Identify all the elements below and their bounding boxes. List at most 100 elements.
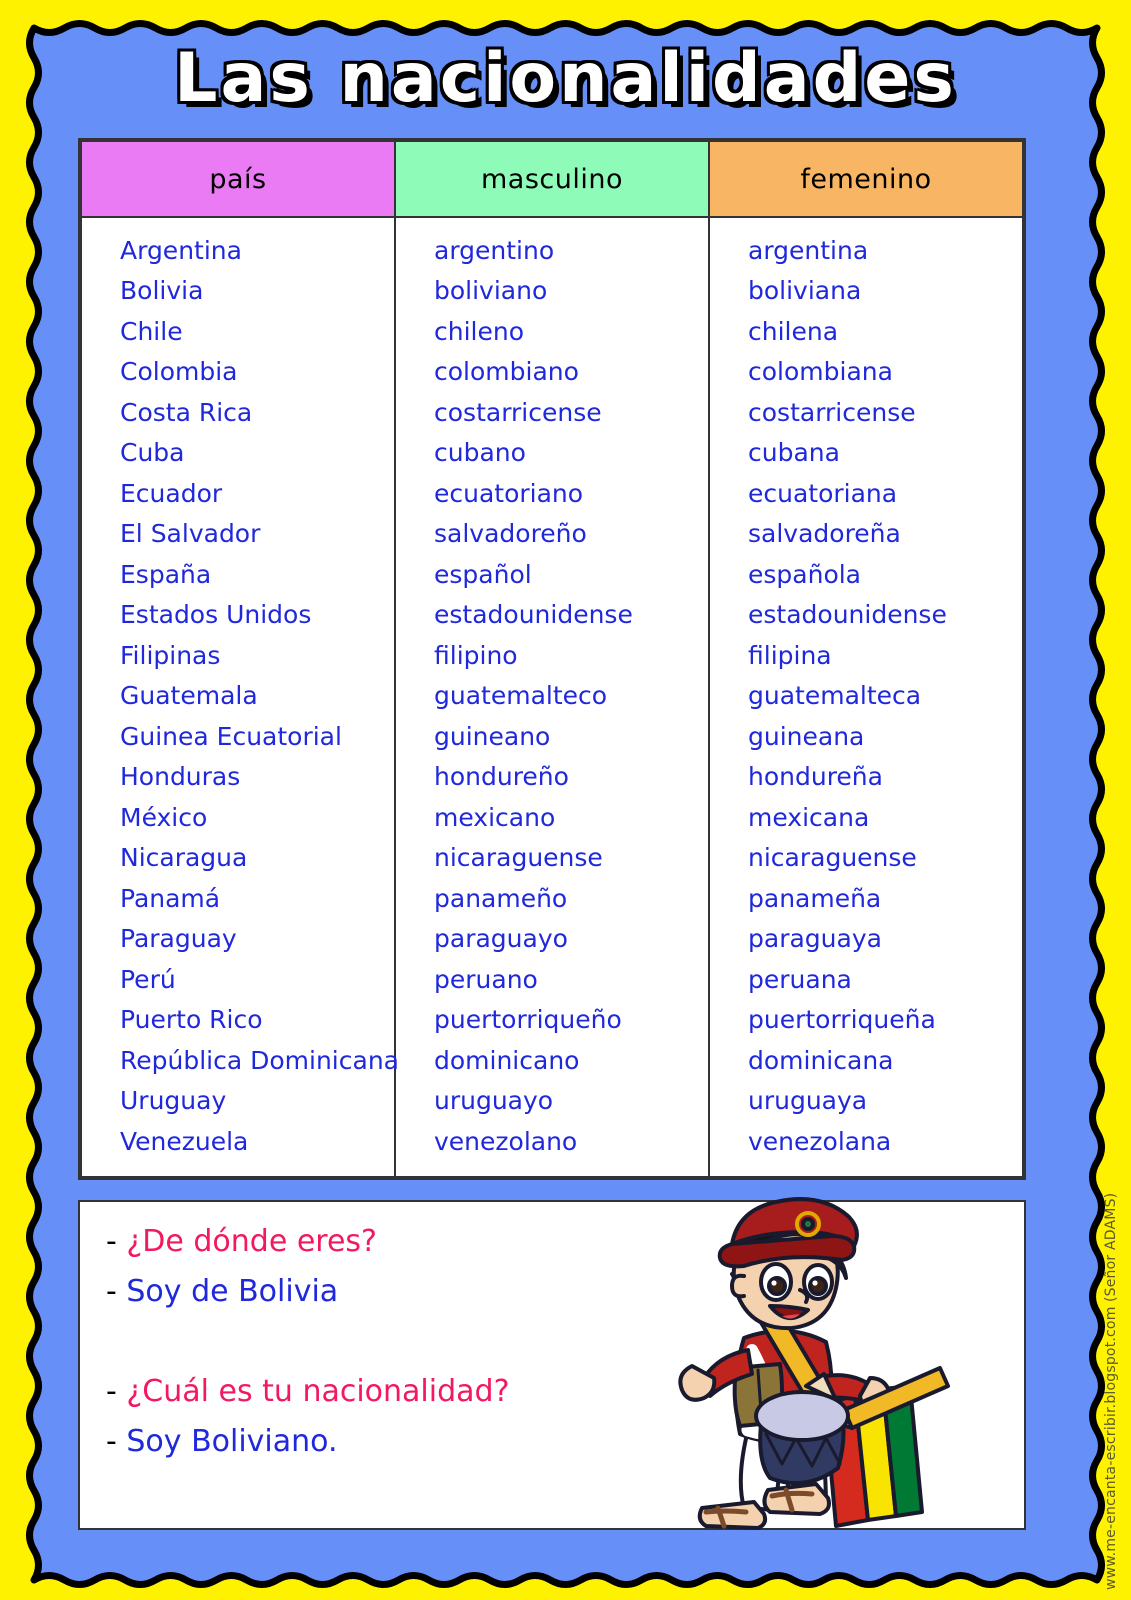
dialogue-text: Soy de Bolivia xyxy=(126,1274,339,1309)
cell-pais: México xyxy=(80,797,396,838)
cell-femenino: estadounidense xyxy=(708,594,1024,635)
cell-masculino: español xyxy=(394,554,710,595)
cell-masculino: uruguayo xyxy=(394,1080,710,1121)
cell-masculino: ecuatoriano xyxy=(394,473,710,514)
cell-femenino: argentina xyxy=(708,217,1024,271)
table-header-row: país masculino femenino xyxy=(80,140,1024,218)
table-row: Guatemala guatemalteco guatemalteca xyxy=(80,675,1024,716)
cell-pais: Filipinas xyxy=(80,635,396,676)
dialogue-text: Soy Boliviano. xyxy=(126,1424,338,1459)
vocabulary-table-card: país masculino femenino Argentina argenti… xyxy=(78,138,1026,1180)
table-row: Estados Unidos estadounidense estadouniden… xyxy=(80,594,1024,635)
cell-masculino: hondureño xyxy=(394,756,710,797)
dialogue-line-question-1: - ¿De dónde eres? xyxy=(106,1224,377,1259)
cell-femenino: colombiana xyxy=(708,351,1024,392)
table-row: Puerto Rico puertorriqueño puertorriqueña xyxy=(80,999,1024,1040)
cell-pais: Nicaragua xyxy=(80,837,396,878)
cell-femenino: cubana xyxy=(708,432,1024,473)
table-row: Ecuador ecuatoriano ecuatoriana xyxy=(80,473,1024,514)
cell-femenino: nicaraguense xyxy=(708,837,1024,878)
table-row: El Salvador salvadoreño salvadoreña xyxy=(80,513,1024,554)
cell-pais: España xyxy=(80,554,396,595)
table-row: Perú peruano peruana xyxy=(80,959,1024,1000)
dialogue-text: ¿De dónde eres? xyxy=(126,1224,377,1259)
cell-femenino: hondureña xyxy=(708,756,1024,797)
cell-pais: Paraguay xyxy=(80,918,396,959)
cell-masculino: filipino xyxy=(394,635,710,676)
cell-femenino: salvadoreña xyxy=(708,513,1024,554)
cell-femenino: panameña xyxy=(708,878,1024,919)
cell-femenino: guineana xyxy=(708,716,1024,757)
column-header-masculino: masculino xyxy=(394,140,710,218)
table-head: país masculino femenino xyxy=(80,140,1024,218)
table-body: Argentina argentino argentina Bolivia bolivi… xyxy=(80,217,1024,1178)
table-row: Colombia colombiano colombiana xyxy=(80,351,1024,392)
cell-pais: Costa Rica xyxy=(80,392,396,433)
table-row: Honduras hondureño hondureña xyxy=(80,756,1024,797)
cell-pais: Panamá xyxy=(80,878,396,919)
cell-masculino: guineano xyxy=(394,716,710,757)
cell-masculino: boliviano xyxy=(394,270,710,311)
cell-femenino: costarricense xyxy=(708,392,1024,433)
cell-masculino: venezolano xyxy=(394,1121,710,1178)
cell-pais: Ecuador xyxy=(80,473,396,514)
table-row: Venezuela venezolano venezolana xyxy=(80,1121,1024,1178)
cell-femenino: uruguaya xyxy=(708,1080,1024,1121)
cell-masculino: dominicano xyxy=(394,1040,710,1081)
table-row: España español española xyxy=(80,554,1024,595)
table-row: México mexicano mexicana xyxy=(80,797,1024,838)
table-row: Bolivia boliviano boliviana xyxy=(80,270,1024,311)
dialogue-line-answer-2: - Soy Boliviano. xyxy=(106,1424,338,1459)
dialogue-text: ¿Cuál es tu nacionalidad? xyxy=(126,1374,510,1409)
table-row: Panamá panameño panameña xyxy=(80,878,1024,919)
cell-masculino: estadounidense xyxy=(394,594,710,635)
cell-pais: República Dominicana xyxy=(80,1040,399,1081)
cell-pais: Estados Unidos xyxy=(80,594,396,635)
cell-pais: Puerto Rico xyxy=(80,999,396,1040)
page-title: Las nacionalidades xyxy=(34,39,1097,118)
cell-masculino: puertorriqueño xyxy=(394,999,710,1040)
cell-masculino: peruano xyxy=(394,959,710,1000)
cell-pais: Uruguay xyxy=(80,1080,396,1121)
cell-femenino: dominicana xyxy=(708,1040,1024,1081)
cell-femenino: boliviana xyxy=(708,270,1024,311)
dialogue-card: - ¿De dónde eres? - Soy de Bolivia - ¿Cu… xyxy=(78,1200,1026,1530)
cell-pais: Bolivia xyxy=(80,270,396,311)
table-row: Costa Rica costarricense costarricense xyxy=(80,392,1024,433)
cell-pais: Guinea Ecuatorial xyxy=(80,716,396,757)
cell-pais: Venezuela xyxy=(80,1121,396,1178)
page-title-text: Las nacionalidades xyxy=(174,39,957,118)
column-header-femenino: femenino xyxy=(708,140,1024,218)
cell-masculino: salvadoreño xyxy=(394,513,710,554)
cell-pais: Chile xyxy=(80,311,396,352)
cell-femenino: ecuatoriana xyxy=(708,473,1024,514)
dialogue-dash: - xyxy=(106,1274,117,1309)
cell-femenino: mexicana xyxy=(708,797,1024,838)
cell-masculino: colombiano xyxy=(394,351,710,392)
cell-femenino: peruana xyxy=(708,959,1024,1000)
table-row: Uruguay uruguayo uruguaya xyxy=(80,1080,1024,1121)
cell-masculino: nicaraguense xyxy=(394,837,710,878)
poster-page: Las nacionalidades país masculino femeni… xyxy=(0,0,1131,1600)
table-row: Paraguay paraguayo paraguaya xyxy=(80,918,1024,959)
table-row: Guinea Ecuatorial guineano guineana xyxy=(80,716,1024,757)
cell-pais: El Salvador xyxy=(80,513,396,554)
table-row: Argentina argentino argentina xyxy=(80,217,1024,271)
dialogue-line-question-2: - ¿Cuál es tu nacionalidad? xyxy=(106,1374,510,1409)
cell-pais: Guatemala xyxy=(80,675,396,716)
cell-masculino: cubano xyxy=(394,432,710,473)
dialogue-line-answer-1: - Soy de Bolivia xyxy=(106,1274,338,1309)
table-row: Cuba cubano cubana xyxy=(80,432,1024,473)
table-row: República Dominicana dominicano dominicana xyxy=(80,1040,1024,1081)
column-header-pais: país xyxy=(80,140,396,218)
cell-femenino: paraguaya xyxy=(708,918,1024,959)
dialogue-dash: - xyxy=(106,1424,117,1459)
dialogue-dash: - xyxy=(106,1374,117,1409)
cell-pais: Perú xyxy=(80,959,396,1000)
cell-femenino: puertorriqueña xyxy=(708,999,1024,1040)
cell-masculino: argentino xyxy=(394,217,710,271)
cell-masculino: costarricense xyxy=(394,392,710,433)
cell-pais: Honduras xyxy=(80,756,396,797)
cell-masculino: mexicano xyxy=(394,797,710,838)
cell-femenino: filipina xyxy=(708,635,1024,676)
